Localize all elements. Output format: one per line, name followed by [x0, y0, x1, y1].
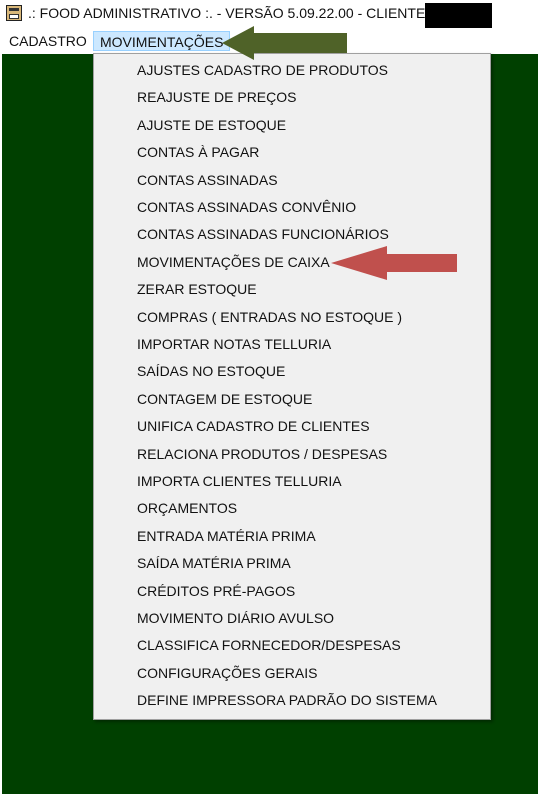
menu-item-compras-entradas-no-estoque[interactable]: COMPRAS ( ENTRADAS NO ESTOQUE ) — [137, 304, 402, 331]
menu-item-saida-materia-prima[interactable]: SAÍDA MATÉRIA PRIMA — [137, 550, 291, 577]
menu-item-define-impressora-padrao-do-sistema[interactable]: DEFINE IMPRESSORA PADRÃO DO SISTEMA — [137, 687, 437, 714]
menu-item-ajuste-de-estoque[interactable]: AJUSTE DE ESTOQUE — [137, 112, 286, 139]
app-icon[interactable] — [6, 5, 22, 21]
menu-item-ajustes-cadastro-de-produtos[interactable]: AJUSTES CADASTRO DE PRODUTOS — [137, 57, 388, 84]
client-name-redaction — [425, 3, 492, 28]
menu-item-entrada-materia-prima[interactable]: ENTRADA MATÉRIA PRIMA — [137, 523, 316, 550]
menu-item-classifica-fornecedor-despesas[interactable]: CLASSIFICA FORNECEDOR/DESPESAS — [137, 632, 401, 659]
menu-item-zerar-estoque[interactable]: ZERAR ESTOQUE — [137, 276, 257, 303]
menu-item-contagem-de-estoque[interactable]: CONTAGEM DE ESTOQUE — [137, 386, 312, 413]
menu-item-creditos-pre-pagos[interactable]: CRÉDITOS PRÉ-PAGOS — [137, 578, 295, 605]
menu-movimentacoes[interactable]: MOVIMENTAÇÕES — [93, 31, 231, 51]
green-arrow-pointer — [222, 26, 347, 60]
menu-item-movimento-diario-avulso[interactable]: MOVIMENTO DIÁRIO AVULSO — [137, 605, 334, 632]
menu-item-movimentacoes-de-caixa[interactable]: MOVIMENTAÇÕES DE CAIXA — [137, 249, 330, 276]
menu-item-saidas-no-estoque[interactable]: SAÍDAS NO ESTOQUE — [137, 358, 285, 385]
window-title: .: FOOD ADMINISTRATIVO :. - VERSÃO 5.09.… — [28, 5, 430, 21]
green-arrow-shape — [222, 26, 347, 60]
menu-item-contas-assinadas-convenio[interactable]: CONTAS ASSINADAS CONVÊNIO — [137, 194, 356, 221]
menu-item-unifica-cadastro-de-clientes[interactable]: UNIFICA CADASTRO DE CLIENTES — [137, 413, 370, 440]
menu-item-contas-a-pagar[interactable]: CONTAS À PAGAR — [137, 139, 259, 166]
menu-item-orcamentos[interactable]: ORÇAMENTOS — [137, 495, 237, 522]
menu-item-reajuste-de-precos[interactable]: REAJUSTE DE PREÇOS — [137, 84, 296, 111]
menu-cadastro[interactable]: CADASTRO — [3, 31, 93, 51]
movimentacoes-dropdown-menu: AJUSTES CADASTRO DE PRODUTOS REAJUSTE DE … — [93, 53, 491, 720]
menu-item-contas-assinadas[interactable]: CONTAS ASSINADAS — [137, 167, 278, 194]
red-arrow-shape — [331, 246, 457, 280]
menu-item-configuracoes-gerais[interactable]: CONFIGURAÇÕES GERAIS — [137, 660, 317, 687]
red-arrow-pointer — [331, 246, 457, 280]
menu-item-importar-notas-telluria[interactable]: IMPORTAR NOTAS TELLURIA — [137, 331, 331, 358]
menu-item-relaciona-produtos-despesas[interactable]: RELACIONA PRODUTOS / DESPESAS — [137, 441, 387, 468]
menu-item-importa-clientes-telluria[interactable]: IMPORTA CLIENTES TELLURIA — [137, 468, 342, 495]
